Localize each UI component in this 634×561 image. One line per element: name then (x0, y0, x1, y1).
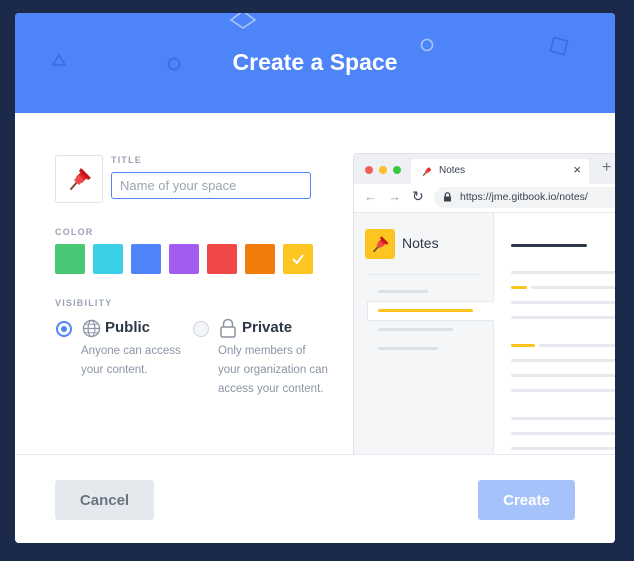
dialog-header: Create a Space (15, 13, 615, 113)
tab-title: Notes (439, 165, 466, 176)
public-option-title[interactable]: Public (105, 319, 150, 336)
content-accent-line (511, 344, 535, 347)
preview-space-name: Notes (402, 235, 439, 251)
space-icon-picker[interactable] (55, 155, 103, 203)
preview-space-icon (365, 229, 395, 259)
pushpin-icon (70, 168, 91, 190)
content-line (511, 389, 615, 392)
window-maximize-dot (393, 166, 401, 174)
browser-tab-bar: Notes × + (354, 154, 615, 184)
sidebar-placeholder-line (378, 328, 453, 331)
pushpin-icon (422, 167, 432, 177)
create-button[interactable]: Create (478, 480, 575, 520)
private-option-description: Only members of your organization can ac… (218, 345, 328, 395)
content-line (511, 417, 615, 420)
checkmark-icon (292, 254, 304, 265)
color-swatch-blue[interactable] (131, 244, 161, 274)
content-line (539, 344, 615, 347)
new-tab-icon: + (602, 159, 612, 176)
color-swatch-green[interactable] (55, 244, 85, 274)
space-preview: Notes × + ← → ↻ https://jme.gitbook.io/n… (353, 153, 615, 457)
color-label: COLOR (55, 227, 94, 237)
back-arrow-icon: ← (364, 189, 377, 204)
sidebar-placeholder-line (378, 290, 428, 293)
content-line (511, 432, 615, 435)
content-line (531, 286, 615, 289)
cancel-button[interactable]: Cancel (55, 480, 154, 520)
content-line (511, 301, 615, 304)
content-line (511, 447, 615, 450)
browser-tab: Notes × (411, 159, 589, 184)
tab-close-icon: × (573, 162, 581, 177)
public-radio[interactable] (56, 321, 72, 337)
color-swatch-yellow[interactable] (283, 244, 313, 274)
sidebar-placeholder-line (378, 347, 438, 350)
private-radio[interactable] (193, 321, 209, 337)
dialog-title: Create a Space (232, 49, 398, 75)
dialog-footer: Cancel Create (15, 454, 615, 543)
pushpin-icon (372, 236, 389, 253)
sidebar-divider (367, 274, 482, 275)
preview-sidebar: Notes (354, 213, 494, 456)
dialog-body: TITLE COLOR VISIBILITY Public Anyone can… (15, 113, 615, 457)
preview-content (494, 213, 615, 456)
reload-icon: ↻ (412, 188, 424, 204)
space-title-input[interactable] (111, 172, 311, 199)
sidebar-active-item (367, 301, 494, 321)
window-minimize-dot (379, 166, 387, 174)
color-swatch-purple[interactable] (169, 244, 199, 274)
public-option-description: Anyone can access your content. (81, 345, 181, 376)
browser-address-bar: ← → ↻ https://jme.gitbook.io/notes/ (354, 184, 615, 213)
private-option-title[interactable]: Private (242, 319, 292, 336)
content-line (511, 316, 615, 319)
color-swatch-red[interactable] (207, 244, 237, 274)
title-label: TITLE (111, 155, 142, 165)
create-space-dialog: Create a Space TITLE COLOR VISIBILITY (15, 13, 615, 543)
content-line (511, 359, 615, 362)
sidebar-active-line (378, 309, 473, 312)
visibility-label: VISIBILITY (55, 298, 113, 308)
content-accent-line (511, 286, 527, 289)
color-swatch-orange[interactable] (245, 244, 275, 274)
url-text: https://jme.gitbook.io/notes/ (460, 191, 588, 203)
content-line (511, 374, 615, 377)
url-field: https://jme.gitbook.io/notes/ (434, 187, 615, 208)
content-line (511, 271, 615, 274)
window-close-dot (365, 166, 373, 174)
lock-icon (220, 318, 236, 338)
forward-arrow-icon: → (388, 189, 401, 204)
globe-icon (82, 319, 101, 338)
content-heading-line (511, 244, 587, 247)
color-swatch-cyan[interactable] (93, 244, 123, 274)
lock-icon (444, 192, 451, 202)
